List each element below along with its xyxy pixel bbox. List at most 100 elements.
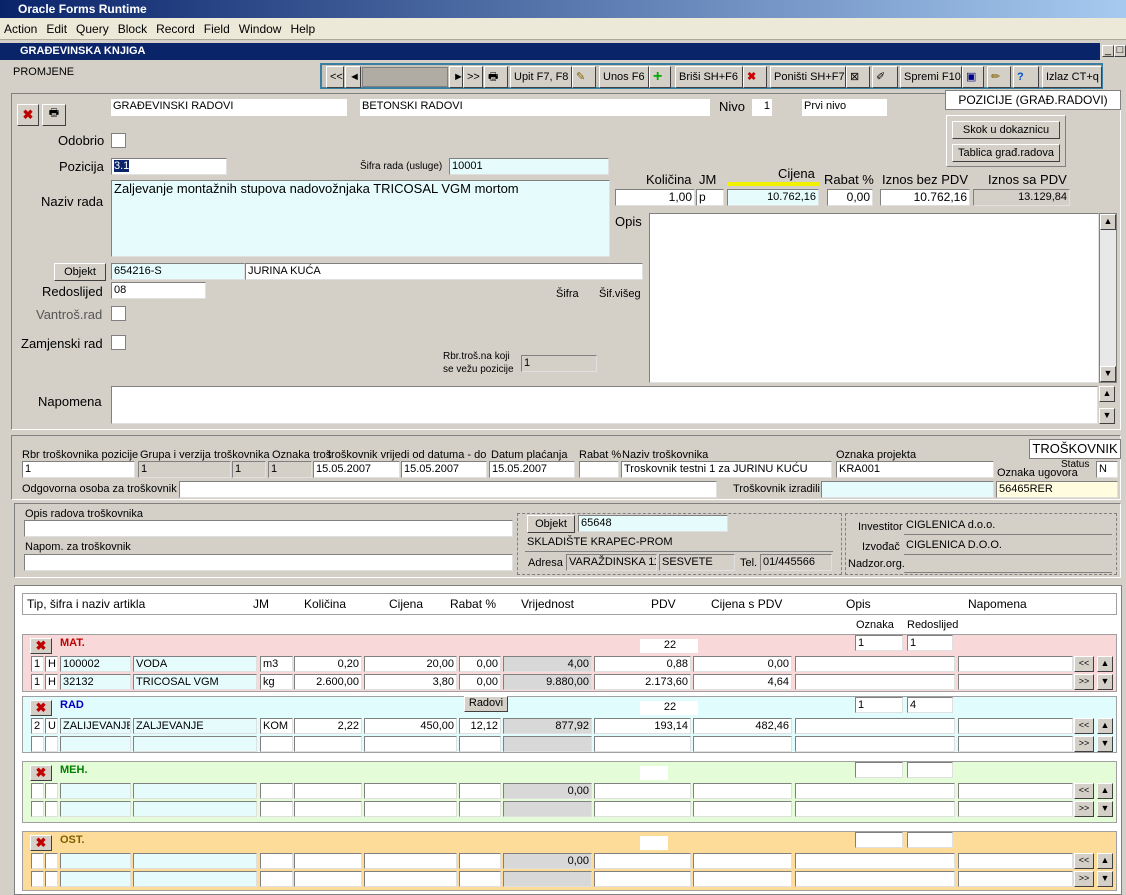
cell[interactable] bbox=[594, 801, 691, 817]
cell[interactable]: U bbox=[45, 718, 58, 734]
cancel-button[interactable]: Poništi SH+F7 bbox=[770, 66, 846, 88]
cell[interactable]: 1 bbox=[31, 656, 44, 672]
cell[interactable]: 0,00 bbox=[693, 656, 792, 672]
cell[interactable] bbox=[364, 853, 457, 869]
cell[interactable]: 0,00 bbox=[503, 853, 592, 869]
cell[interactable] bbox=[958, 736, 1073, 752]
cell[interactable] bbox=[459, 736, 501, 752]
objekt-name-field[interactable]: JURINA KUĆA bbox=[245, 263, 643, 280]
cell[interactable] bbox=[364, 736, 457, 752]
cell[interactable] bbox=[693, 736, 792, 752]
cell[interactable]: 450,00 bbox=[364, 718, 457, 734]
cell[interactable] bbox=[503, 736, 592, 752]
print-icon[interactable]: 🖶 bbox=[484, 66, 508, 88]
cell[interactable]: ZALJEVANJE bbox=[133, 718, 257, 734]
cell[interactable] bbox=[31, 871, 44, 887]
cell[interactable]: H bbox=[45, 656, 58, 672]
cell[interactable] bbox=[693, 801, 792, 817]
cell[interactable]: VODA bbox=[133, 656, 257, 672]
cell[interactable] bbox=[133, 801, 257, 817]
prev-rows-icon[interactable]: << bbox=[1074, 783, 1094, 799]
napomena-field[interactable] bbox=[111, 386, 1098, 424]
delete-position-icon[interactable]: ✖ bbox=[17, 104, 39, 126]
cell[interactable]: 20,00 bbox=[364, 656, 457, 672]
cell[interactable] bbox=[503, 801, 592, 817]
cell[interactable] bbox=[260, 783, 293, 799]
cell[interactable] bbox=[795, 853, 955, 869]
row-scroll-up-icon[interactable]: ▲ bbox=[1097, 656, 1113, 672]
scroll-down-icon[interactable]: ▼ bbox=[1100, 366, 1116, 382]
cell[interactable] bbox=[459, 853, 501, 869]
tros-projekt-field[interactable]: KRA001 bbox=[836, 461, 994, 478]
next-rows-icon[interactable]: >> bbox=[1074, 736, 1094, 752]
tros-placanja-field[interactable]: 15.05.2007 bbox=[489, 461, 575, 478]
cell[interactable] bbox=[459, 783, 501, 799]
cell[interactable]: kg bbox=[260, 674, 293, 690]
section-redoslijed-field[interactable]: 1 bbox=[907, 635, 953, 651]
cell[interactable]: TRICOSAL VGM bbox=[133, 674, 257, 690]
prev-rows-icon[interactable]: << bbox=[1074, 656, 1094, 672]
cell[interactable] bbox=[594, 736, 691, 752]
minimize-button[interactable]: _ bbox=[1102, 45, 1114, 57]
cell[interactable]: 3,80 bbox=[364, 674, 457, 690]
cijena-field[interactable]: 10.762,16 bbox=[727, 189, 819, 206]
cell[interactable]: H bbox=[45, 674, 58, 690]
cell[interactable] bbox=[795, 801, 955, 817]
cell[interactable] bbox=[693, 871, 792, 887]
tros-ugovor-field[interactable]: 56465RER bbox=[996, 481, 1118, 498]
tablica-button[interactable]: Tablica građ.radova bbox=[952, 144, 1060, 162]
row-scroll-down-icon[interactable]: ▼ bbox=[1097, 674, 1113, 690]
cell[interactable] bbox=[795, 656, 955, 672]
delete-button[interactable]: Briši SH+F6 bbox=[675, 66, 743, 88]
cell[interactable]: 4,64 bbox=[693, 674, 792, 690]
cell[interactable] bbox=[364, 801, 457, 817]
section-oznaka-field[interactable]: 1 bbox=[855, 635, 903, 651]
cell[interactable]: 482,46 bbox=[693, 718, 792, 734]
cell[interactable]: 2 bbox=[31, 718, 44, 734]
edit-list-icon[interactable]: ✐ bbox=[872, 66, 898, 88]
cell[interactable] bbox=[795, 871, 955, 887]
jm-field[interactable]: p bbox=[696, 189, 724, 206]
cell[interactable] bbox=[45, 783, 58, 799]
cell[interactable] bbox=[45, 853, 58, 869]
cell[interactable] bbox=[133, 783, 257, 799]
cell[interactable] bbox=[260, 871, 293, 887]
cell[interactable] bbox=[594, 853, 691, 869]
cell[interactable] bbox=[594, 871, 691, 887]
cell[interactable] bbox=[795, 718, 955, 734]
cell[interactable] bbox=[31, 736, 44, 752]
objekt2-code-field[interactable]: 65648 bbox=[578, 515, 728, 532]
cell[interactable] bbox=[958, 853, 1073, 869]
row-scroll-up-icon[interactable]: ▲ bbox=[1097, 718, 1113, 734]
cell[interactable]: 0,00 bbox=[459, 656, 501, 672]
cell[interactable]: 877,92 bbox=[503, 718, 592, 734]
maximize-button[interactable]: □ bbox=[1114, 45, 1126, 57]
cell[interactable] bbox=[795, 674, 955, 690]
cell[interactable]: 4,00 bbox=[503, 656, 592, 672]
cell[interactable]: 2.600,00 bbox=[294, 674, 362, 690]
cell[interactable] bbox=[958, 801, 1073, 817]
cell[interactable] bbox=[958, 783, 1073, 799]
plus-icon[interactable]: + bbox=[649, 66, 671, 88]
cell[interactable]: 0,00 bbox=[503, 783, 592, 799]
section-redoslijed-field[interactable] bbox=[907, 832, 953, 848]
nivo-field[interactable]: 1 bbox=[752, 99, 772, 116]
objekt2-button[interactable]: Objekt bbox=[527, 515, 575, 533]
cell[interactable] bbox=[364, 871, 457, 887]
naziv-rada-field[interactable]: Zaljevanje montažnih stupova nadovožnjak… bbox=[111, 180, 610, 257]
section-oznaka-field[interactable] bbox=[855, 832, 903, 848]
opis-radova-field[interactable] bbox=[24, 520, 513, 537]
cell[interactable]: 100002 bbox=[60, 656, 131, 672]
cell[interactable]: 0,00 bbox=[459, 674, 501, 690]
tros-od-field[interactable]: 15.05.2007 bbox=[313, 461, 400, 478]
cell[interactable]: 2.173,60 bbox=[594, 674, 691, 690]
cell[interactable] bbox=[45, 871, 58, 887]
cell[interactable] bbox=[260, 853, 293, 869]
cell[interactable] bbox=[133, 871, 257, 887]
prev-rows-icon[interactable]: << bbox=[1074, 853, 1094, 869]
tros-rabat-field[interactable] bbox=[579, 461, 619, 478]
menu-edit[interactable]: Edit bbox=[46, 22, 67, 36]
delete-section-icon[interactable]: ✖ bbox=[30, 835, 52, 851]
skok-u-dokaznicu-button[interactable]: Skok u dokaznicu bbox=[952, 121, 1060, 139]
last-record-button[interactable]: >> bbox=[463, 66, 483, 88]
